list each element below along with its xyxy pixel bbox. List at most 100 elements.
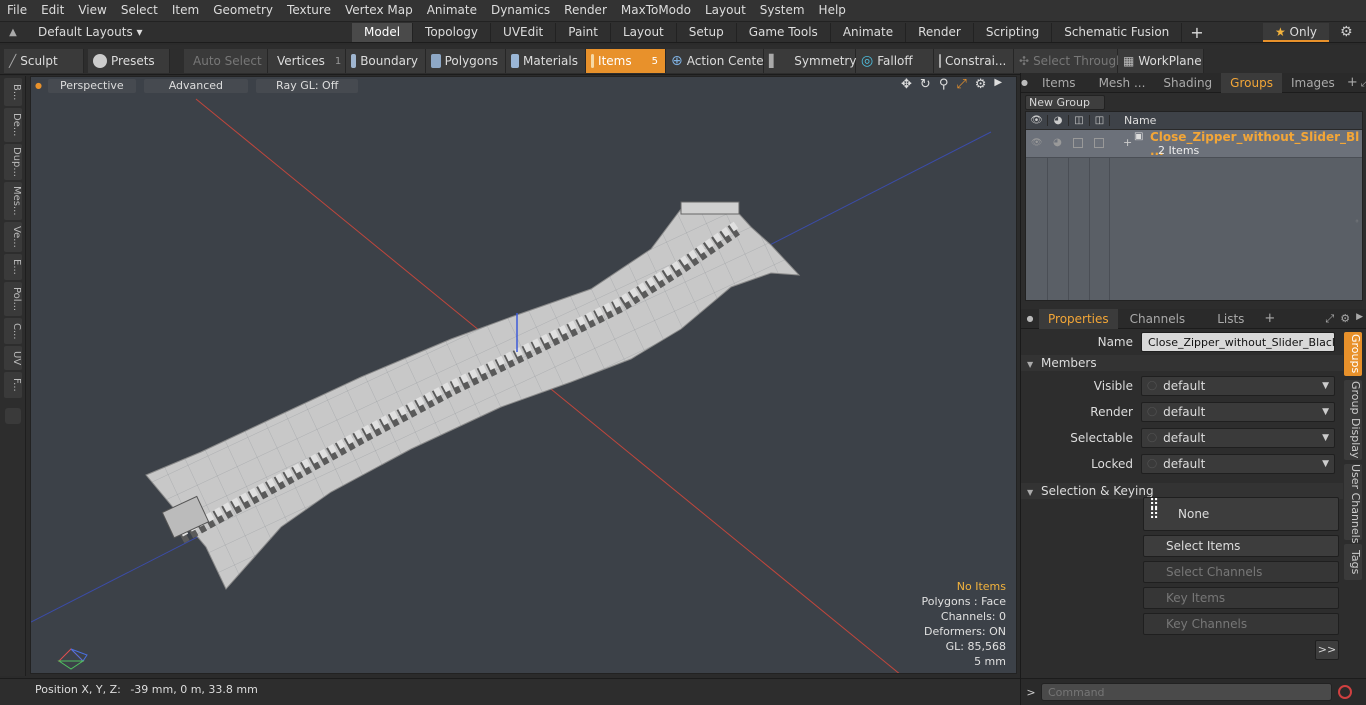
menu-vertex-map[interactable]: Vertex Map [338, 0, 420, 21]
left-tab-fusion[interactable]: F... [4, 372, 22, 398]
add-props-tab-icon[interactable]: + [1264, 311, 1275, 326]
props-menu-icon[interactable]: ● [1021, 314, 1039, 323]
tab-shading[interactable]: Shading [1154, 73, 1221, 93]
tab-groups[interactable]: Groups [1221, 72, 1282, 93]
menu-dynamics[interactable]: Dynamics [484, 0, 557, 21]
selectable-dropdown[interactable]: ◯ default ▼ [1141, 428, 1335, 448]
expand-plus-icon[interactable]: + [1123, 136, 1132, 149]
menu-layout[interactable]: Layout [698, 0, 753, 21]
left-tab-curve[interactable]: C... [4, 318, 22, 344]
left-tab-deform[interactable]: De... [4, 108, 22, 142]
render-column-icon[interactable]: ◕ [1047, 115, 1068, 126]
tab-setup[interactable]: Setup [677, 22, 737, 42]
lock-column-icon[interactable]: ◫ [1068, 115, 1089, 126]
menu-edit[interactable]: Edit [34, 0, 71, 21]
menu-animate[interactable]: Animate [420, 0, 484, 21]
select-through-button[interactable]: ✣ Select Through [1014, 49, 1124, 73]
command-input[interactable] [1041, 683, 1332, 701]
tab-channels[interactable]: Channels [1118, 309, 1198, 329]
menu-help[interactable]: Help [812, 0, 853, 21]
tab-uvedit[interactable]: UVEdit [491, 22, 557, 42]
row-render-icon[interactable]: ◕ [1053, 137, 1062, 148]
none-button[interactable]: ⠿ ⠿ None [1143, 497, 1339, 531]
symmetry-button[interactable]: ▌ Symmetry [764, 49, 856, 73]
constraints-button[interactable]: Constrai... [934, 49, 1014, 73]
side-tab-groups[interactable]: Groups [1344, 332, 1362, 376]
tab-properties[interactable]: Properties [1039, 308, 1118, 329]
boundary-button[interactable]: Boundary [346, 49, 426, 73]
select-column-icon[interactable]: ◫ [1089, 115, 1110, 126]
tab-animate[interactable]: Animate [831, 22, 907, 42]
auto-select-button[interactable]: Auto Select [184, 49, 268, 73]
props-expand-icon[interactable]: ⤢ [1325, 312, 1334, 326]
more-button[interactable]: >> [1315, 640, 1339, 660]
add-tab-icon[interactable]: + [1182, 23, 1211, 42]
left-tab-vertex[interactable]: Ve... [4, 222, 22, 252]
left-tab-duplicate[interactable]: Dup... [4, 144, 22, 180]
tab-mesh[interactable]: Mesh ... [1090, 73, 1155, 93]
menu-system[interactable]: System [753, 0, 812, 21]
left-tab-polygon[interactable]: Pol... [4, 282, 22, 316]
key-items-button[interactable]: Key Items [1143, 587, 1339, 609]
side-tab-group-display[interactable]: Group Display [1344, 380, 1362, 460]
menu-item[interactable]: Item [165, 0, 206, 21]
props-arrow-icon[interactable]: ▶ [1356, 312, 1363, 326]
left-tab-mesh-edit[interactable]: Mes... [4, 182, 22, 220]
key-channels-button[interactable]: Key Channels [1143, 613, 1339, 635]
settings-gear-icon[interactable]: ⚙ [1340, 24, 1353, 40]
left-tab-basic[interactable]: B... [4, 78, 22, 106]
tab-scripting[interactable]: Scripting [974, 22, 1053, 42]
left-tab-uv[interactable]: UV [4, 346, 22, 370]
tab-game-tools[interactable]: Game Tools [737, 22, 831, 42]
tab-render[interactable]: Render [906, 22, 974, 42]
left-strip-toggle-icon[interactable] [5, 408, 21, 424]
select-channels-button[interactable]: Select Channels [1143, 561, 1339, 583]
panel-menu-icon[interactable]: ● [1021, 78, 1028, 87]
layout-collapse-icon[interactable]: ▲ [0, 27, 26, 38]
row-lock-checkbox[interactable] [1073, 138, 1083, 148]
vertices-button[interactable]: Vertices 1 [268, 49, 346, 73]
group-row[interactable]: 👁 ◕ + ▣ Close_Zipper_without_Slider_Bl .… [1026, 130, 1362, 158]
groups-list[interactable]: 👁 ◕ ◫ ◫ Name 👁 ◕ + ▣ Close_Zipper_withou… [1025, 111, 1363, 301]
menu-view[interactable]: View [71, 0, 113, 21]
tab-items[interactable]: Items [1028, 73, 1090, 93]
workplane-button[interactable]: ▦ WorkPlane [1118, 49, 1204, 73]
menu-geometry[interactable]: Geometry [206, 0, 280, 21]
visible-dropdown[interactable]: ◯ default ▼ [1141, 376, 1335, 396]
menu-render[interactable]: Render [557, 0, 614, 21]
visibility-eye-icon[interactable]: 👁 [1026, 115, 1047, 126]
locked-dropdown[interactable]: ◯ default ▼ [1141, 454, 1335, 474]
props-gear-icon[interactable]: ⚙ [1340, 312, 1350, 326]
record-icon[interactable] [1338, 685, 1352, 699]
left-tab-edge[interactable]: E... [4, 254, 22, 280]
falloff-button[interactable]: ◎ Falloff [856, 49, 934, 73]
materials-button[interactable]: Materials [506, 49, 586, 73]
row-eye-icon[interactable]: 👁 [1031, 138, 1042, 148]
members-section[interactable]: ▼ Members [1021, 355, 1343, 371]
name-field[interactable]: Close_Zipper_without_Slider_Black (4) [1141, 332, 1335, 352]
items-button[interactable]: Items 5 [586, 49, 666, 73]
new-group-button[interactable]: New Group [1025, 95, 1105, 110]
tab-paint[interactable]: Paint [556, 22, 611, 42]
row-select-checkbox[interactable] [1094, 138, 1104, 148]
select-items-button[interactable]: Select Items [1143, 535, 1339, 557]
render-dropdown[interactable]: ◯ default ▼ [1141, 402, 1335, 422]
panel-expand-icon[interactable]: ⤢ [1361, 76, 1366, 90]
tab-topology[interactable]: Topology [413, 22, 492, 42]
menu-file[interactable]: File [0, 0, 34, 21]
presets-button[interactable]: Presets [88, 49, 170, 73]
side-tab-user-channels[interactable]: User Channels [1344, 464, 1362, 543]
tab-layout[interactable]: Layout [611, 22, 677, 42]
layouts-dropdown[interactable]: Default Layouts ▾ [26, 25, 326, 39]
tab-lists[interactable]: Lists [1197, 309, 1264, 329]
groups-scrollbar[interactable]: ◦ [1354, 152, 1360, 292]
menu-select[interactable]: Select [114, 0, 165, 21]
menu-maxtomodo[interactable]: MaxToModo [614, 0, 698, 21]
menu-texture[interactable]: Texture [280, 0, 338, 21]
3d-viewport[interactable]: ● Perspective Advanced Ray GL: Off ✥ ↻ ⚲… [30, 76, 1017, 674]
action-center-button[interactable]: ⊕ Action Center [666, 49, 769, 73]
tab-model[interactable]: Model [352, 22, 414, 42]
polygons-button[interactable]: Polygons [426, 49, 506, 73]
only-toggle[interactable]: ★ Only [1263, 22, 1329, 42]
tab-images[interactable]: Images [1282, 73, 1344, 93]
